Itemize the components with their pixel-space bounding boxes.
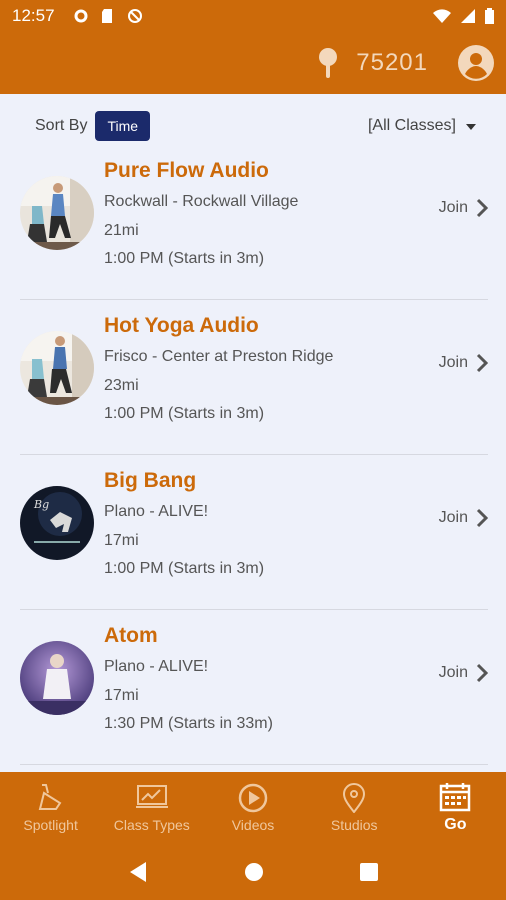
class-thumbnail [20,331,94,405]
user-icon[interactable] [458,45,494,81]
zip-code[interactable]: 75201 [356,49,428,77]
caret-down-icon [466,124,476,130]
wifi-icon [433,9,451,23]
class-types-icon [135,785,168,808]
join-label: Join [438,664,468,681]
class-filter-dropdown[interactable]: [All Classes] [368,117,476,135]
class-distance: 17mi [104,687,139,704]
map-pin-icon [343,783,366,813]
nav-item-studios[interactable]: Studios [304,772,405,844]
class-thumbnail: Bg [20,486,94,560]
class-location: Plano - ALIVE! [104,503,209,520]
calendar-icon [440,783,471,812]
signal-icon [461,9,475,23]
back-icon[interactable] [128,861,148,883]
class-item[interactable]: Pure Flow Audio Rockwall - Rockwall Vill… [20,145,488,300]
join-button[interactable]: Join [439,663,488,683]
chevron-right-icon [476,353,488,373]
join-label: Join [438,199,468,216]
class-filter-value: [All Classes] [367,117,456,134]
nav-label: Go [444,816,467,833]
class-title: Atom [104,624,158,647]
class-title: Hot Yoga Audio [104,314,259,337]
class-location: Frisco - Center at Preston Ridge [104,348,334,365]
class-thumbnail [20,176,94,250]
chevron-right-icon [476,198,488,218]
recents-icon[interactable] [360,863,378,881]
sd-card-icon [101,9,112,23]
class-location: Rockwall - Rockwall Village [104,193,299,210]
system-nav-bar [0,844,506,900]
status-bar: 12:57 [0,0,506,32]
settings-icon [74,9,88,23]
do-not-disturb-icon [127,9,142,23]
class-title: Big Bang [104,469,197,492]
class-title: Pure Flow Audio [104,159,269,182]
spotlight-icon [38,784,61,810]
class-list[interactable]: Pure Flow Audio Rockwall - Rockwall Vill… [0,145,506,772]
join-button[interactable]: Join [439,198,488,218]
chevron-right-icon [476,663,488,683]
class-thumbnail [20,641,94,715]
join-label: Join [438,354,468,371]
bottom-nav: Spotlight Class Types Videos Studios Go [0,772,506,844]
nav-label: Studios [330,817,378,833]
nav-label: Spotlight [23,817,78,833]
sort-row: Sort By Time [All Classes] [0,108,506,144]
pin-icon[interactable] [318,47,338,79]
class-time: 1:00 PM (Starts in 3m) [104,250,265,267]
nav-item-go[interactable]: Go [405,772,506,844]
nav-item-videos[interactable]: Videos [202,772,303,844]
chevron-right-icon [476,508,488,528]
class-item[interactable]: Bg Big Bang Plano - ALIVE! 17mi 1:00 PM … [20,455,488,610]
nav-item-spotlight[interactable]: Spotlight [0,772,101,844]
sort-label: Sort By [35,117,88,134]
join-button[interactable]: Join [439,508,488,528]
class-item[interactable]: Hot Yoga Audio Frisco - Center at Presto… [20,300,488,455]
app-header: 75201 [0,32,506,94]
class-distance: 17mi [104,532,139,549]
nav-label: Videos [231,817,275,833]
class-time: 1:00 PM (Starts in 3m) [104,560,265,577]
class-distance: 21mi [104,222,139,239]
join-label: Join [438,509,468,526]
nav-item-class-types[interactable]: Class Types [101,772,202,844]
home-icon[interactable] [244,862,264,882]
nav-label: Class Types [113,817,190,833]
class-time: 1:00 PM (Starts in 3m) [104,405,265,422]
svg-text:Bg: Bg [33,498,49,511]
class-time: 1:30 PM (Starts in 33m) [104,715,273,732]
status-time: 12:57 [12,6,55,25]
sort-time-button[interactable]: Time [95,111,151,141]
play-icon [238,783,268,813]
class-location: Plano - ALIVE! [104,658,209,675]
class-item[interactable]: Atom Plano - ALIVE! 17mi 1:30 PM (Starts… [20,610,488,765]
battery-icon [485,8,494,24]
class-distance: 23mi [104,377,139,394]
join-button[interactable]: Join [439,353,488,373]
